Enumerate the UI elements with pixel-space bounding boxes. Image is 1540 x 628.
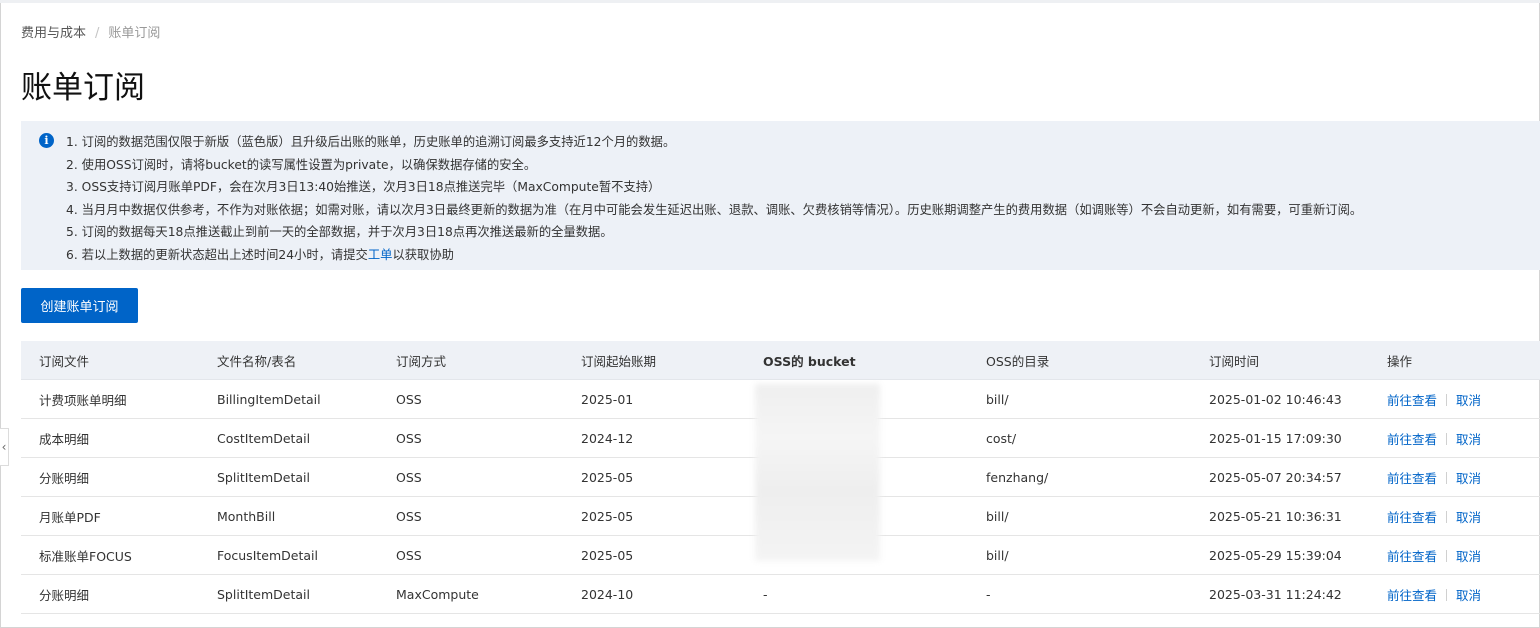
cell-name: MonthBill <box>199 496 378 536</box>
action-divider <box>1446 588 1448 601</box>
cell-dir: - <box>968 574 1191 614</box>
view-link[interactable]: 前往查看 <box>1387 393 1437 408</box>
notice-item: 5. 订阅的数据每天18点推送截止到前一天的全部数据，并于次月3日18点再次推送… <box>66 225 613 239</box>
notice-item: 2. 使用OSS订阅时，请将bucket的读写属性设置为private，以确保数… <box>66 157 537 172</box>
header-file: 订阅文件 <box>21 341 199 380</box>
cell-method: OSS <box>378 535 563 575</box>
cell-time: 2025-01-15 17:09:30 <box>1191 418 1369 458</box>
cell-name: CostItemDetail <box>199 418 378 458</box>
breadcrumb-separator: / <box>95 26 100 41</box>
cell-actions: 前往查看 取消 <box>1369 418 1540 458</box>
cancel-link[interactable]: 取消 <box>1456 549 1481 564</box>
header-actions: 操作 <box>1369 341 1540 380</box>
cell-actions: 前往查看 取消 <box>1369 574 1540 614</box>
action-divider <box>1446 549 1448 562</box>
cancel-link[interactable]: 取消 <box>1456 471 1481 486</box>
ticket-link[interactable]: 工单 <box>368 248 393 262</box>
cell-time: 2025-01-02 10:46:43 <box>1191 379 1369 419</box>
cell-method: MaxCompute <box>378 574 563 614</box>
header-method: 订阅方式 <box>378 341 563 380</box>
table-row: 分账明细 SplitItemDetail MaxCompute 2024-10 … <box>21 574 1540 614</box>
header-time: 订阅时间 <box>1191 341 1369 380</box>
cell-name: BillingItemDetail <box>199 379 378 419</box>
header-dir: OSS的目录 <box>968 341 1191 380</box>
cell-bucket: - <box>745 574 968 614</box>
cell-method: OSS <box>378 418 563 458</box>
cell-method: OSS <box>378 457 563 497</box>
cell-dir: bill/ <box>968 535 1191 575</box>
cell-name: FocusItemDetail <box>199 535 378 575</box>
notice-item: 6. 若以上数据的更新状态超出上述时间24小时，请提交工单以获取协助 <box>66 244 1362 267</box>
breadcrumb: 费用与成本 / 账单订阅 <box>21 22 160 41</box>
cell-time: 2025-05-07 20:34:57 <box>1191 457 1369 497</box>
cancel-link[interactable]: 取消 <box>1456 393 1481 408</box>
chevron-left-icon: ‹ <box>1 440 7 454</box>
action-divider <box>1446 510 1448 523</box>
cell-dir: cost/ <box>968 418 1191 458</box>
notice-item: 3. OSS支持订阅月账单PDF，会在次月3日13:40始推送，次月3日18点推… <box>66 180 661 194</box>
cell-file: 计费项账单明细 <box>21 379 199 419</box>
cell-time: 2025-03-31 11:24:42 <box>1191 574 1369 614</box>
cell-name: SplitItemDetail <box>199 574 378 614</box>
cell-start: 2025-05 <box>563 496 745 536</box>
table-header-row: 订阅文件 文件名称/表名 订阅方式 订阅起始账期 OSS的 bucket OSS… <box>21 341 1540 380</box>
cell-start: 2025-01 <box>563 379 745 419</box>
cell-file: 成本明细 <box>21 418 199 458</box>
cell-start: 2024-10 <box>563 574 745 614</box>
cell-file: 分账明细 <box>21 457 199 497</box>
cell-file: 标准账单FOCUS <box>21 535 199 575</box>
cell-method: OSS <box>378 496 563 536</box>
cancel-link[interactable]: 取消 <box>1456 588 1481 603</box>
cell-dir: bill/ <box>968 496 1191 536</box>
breadcrumb-parent[interactable]: 费用与成本 <box>21 26 86 41</box>
cell-method: OSS <box>378 379 563 419</box>
notice-item-text: 6. 若以上数据的更新状态超出上述时间24小时，请提交 <box>66 247 368 262</box>
sidebar-collapse-toggle[interactable]: ‹ <box>0 428 9 466</box>
cell-file: 分账明细 <box>21 574 199 614</box>
redacted-bucket-mask <box>755 384 880 561</box>
header-bucket: OSS的 bucket <box>745 341 968 380</box>
cell-actions: 前往查看 取消 <box>1369 496 1540 536</box>
notice-box: i 1. 订阅的数据范围仅限于新版（蓝色版）且升级后出账的账单，历史账单的追溯订… <box>21 121 1540 270</box>
cell-dir: fenzhang/ <box>968 457 1191 497</box>
cell-name: SplitItemDetail <box>199 457 378 497</box>
view-link[interactable]: 前往查看 <box>1387 432 1437 447</box>
view-link[interactable]: 前往查看 <box>1387 549 1437 564</box>
cell-actions: 前往查看 取消 <box>1369 535 1540 575</box>
action-divider <box>1446 393 1448 406</box>
cell-actions: 前往查看 取消 <box>1369 379 1540 419</box>
header-name: 文件名称/表名 <box>199 341 378 380</box>
notice-list: 1. 订阅的数据范围仅限于新版（蓝色版）且升级后出账的账单，历史账单的追溯订阅最… <box>66 131 1362 266</box>
view-link[interactable]: 前往查看 <box>1387 471 1437 486</box>
cell-time: 2025-05-21 10:36:31 <box>1191 496 1369 536</box>
cell-time: 2025-05-29 15:39:04 <box>1191 535 1369 575</box>
cell-dir: bill/ <box>968 379 1191 419</box>
info-icon: i <box>39 133 54 148</box>
top-divider <box>0 0 1540 3</box>
cancel-link[interactable]: 取消 <box>1456 510 1481 525</box>
cell-start: 2024-12 <box>563 418 745 458</box>
cell-start: 2025-05 <box>563 535 745 575</box>
notice-item-text: 以获取协助 <box>392 247 454 262</box>
action-divider <box>1446 432 1448 445</box>
page-title: 账单订阅 <box>21 70 145 106</box>
action-divider <box>1446 471 1448 484</box>
view-link[interactable]: 前往查看 <box>1387 588 1437 603</box>
header-start: 订阅起始账期 <box>563 341 745 380</box>
cancel-link[interactable]: 取消 <box>1456 432 1481 447</box>
breadcrumb-current: 账单订阅 <box>108 26 161 41</box>
notice-item: 1. 订阅的数据范围仅限于新版（蓝色版）且升级后出账的账单，历史账单的追溯订阅最… <box>66 135 676 149</box>
cell-actions: 前往查看 取消 <box>1369 457 1540 497</box>
create-subscription-button[interactable]: 创建账单订阅 <box>21 288 138 323</box>
cell-start: 2025-05 <box>563 457 745 497</box>
view-link[interactable]: 前往查看 <box>1387 510 1437 525</box>
cell-file: 月账单PDF <box>21 496 199 536</box>
notice-item: 4. 当月月中数据仅供参考，不作为对账依据；如需对账，请以次月3日最终更新的数据… <box>66 202 1363 217</box>
